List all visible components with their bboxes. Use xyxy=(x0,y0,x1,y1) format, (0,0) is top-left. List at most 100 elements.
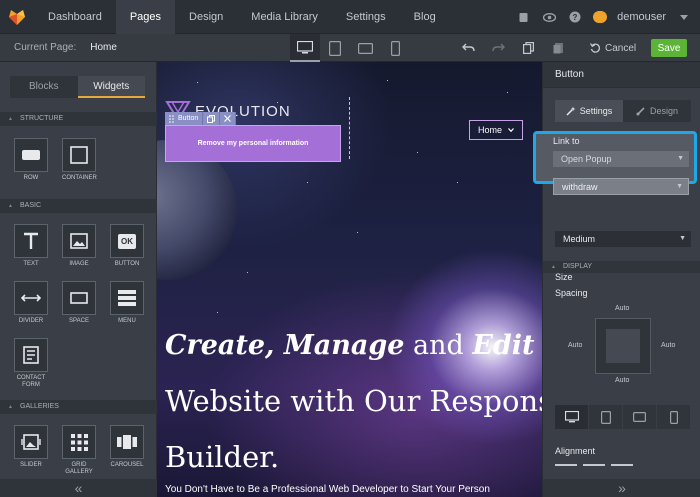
username[interactable]: demouser xyxy=(617,11,666,23)
site-menu-home[interactable]: Home xyxy=(469,120,523,140)
app-logo-icon[interactable] xyxy=(0,0,34,34)
widget-label: SPACE xyxy=(69,318,89,324)
hero-heading-line-1[interactable]: Create, Manage and Edit You xyxy=(165,330,542,361)
widget-divider[interactable]: DIVIDER xyxy=(14,281,48,325)
collapse-left-panel-button[interactable]: « xyxy=(0,479,157,497)
widget-image[interactable]: IMAGE xyxy=(62,224,96,268)
duplicate-icon xyxy=(207,114,216,123)
widget-text[interactable]: TEXT xyxy=(14,224,48,268)
size-select-value: Medium xyxy=(563,234,596,244)
link-to-label: Link to xyxy=(553,136,580,146)
page-toolbar: Current Page: Home Cancel Save xyxy=(0,34,700,62)
widget-slider[interactable]: SLIDER xyxy=(14,425,48,469)
element-toolbar-drag[interactable]: Button xyxy=(165,112,204,125)
widget-menu[interactable]: MENU xyxy=(110,281,144,325)
widgets-panel: Blocks Widgets STRUCTURE ROW CONTAINER B… xyxy=(0,62,157,497)
menu-icon xyxy=(118,290,136,306)
mobile-view-button[interactable] xyxy=(380,34,410,62)
link-to-select[interactable]: Open Popup ▼ xyxy=(553,151,689,167)
nav-settings[interactable]: Settings xyxy=(332,0,400,34)
nav-pages[interactable]: Pages xyxy=(115,0,176,34)
cancel-button[interactable]: Cancel xyxy=(590,40,636,56)
history-controls xyxy=(460,34,566,62)
menu-home-label: Home xyxy=(477,125,502,135)
save-button[interactable]: Save xyxy=(651,39,687,57)
align-right-button[interactable] xyxy=(611,464,633,470)
paste-icon[interactable] xyxy=(550,40,566,56)
tab-widgets[interactable]: Widgets xyxy=(77,76,145,98)
tab-settings[interactable]: Settings xyxy=(555,100,623,122)
nav-blog[interactable]: Blog xyxy=(400,0,450,34)
desktop-view-button[interactable] xyxy=(290,34,320,62)
form-icon xyxy=(23,346,39,364)
delete-element-button[interactable] xyxy=(220,112,237,125)
copy-icon[interactable] xyxy=(520,40,536,56)
selected-button-element[interactable]: Remove my personal information xyxy=(165,125,341,162)
spacing-inner-box xyxy=(606,329,640,363)
tablet-icon xyxy=(600,410,611,424)
tablet-view-button[interactable] xyxy=(320,34,350,62)
section-galleries[interactable]: GALLERIES xyxy=(0,400,157,414)
nav-media-library[interactable]: Media Library xyxy=(237,0,332,34)
widget-label: SLIDER xyxy=(20,462,42,468)
nav-design[interactable]: Design xyxy=(175,0,237,34)
widget-label: GRID GALLERY xyxy=(65,462,93,475)
tab-design-label: Design xyxy=(649,106,678,116)
hero-text-bold-1: Create, Manage xyxy=(165,330,405,361)
widget-container[interactable]: CONTAINER xyxy=(62,138,97,182)
tab-design[interactable]: Design xyxy=(623,100,691,122)
hero-heading-line-3[interactable]: Builder. xyxy=(165,440,279,474)
collapse-right-panel-button[interactable]: » xyxy=(543,479,700,497)
spacing-box-model[interactable] xyxy=(595,318,651,374)
size-select[interactable]: Medium ▼ xyxy=(555,231,691,247)
align-mobile-tab[interactable] xyxy=(657,405,691,429)
duplicate-element-button[interactable] xyxy=(203,112,221,125)
current-page-value[interactable]: Home xyxy=(90,42,117,53)
chat-icon[interactable] xyxy=(593,11,608,23)
popup-select[interactable]: withdraw ▼ xyxy=(553,178,689,195)
widget-label: ROW xyxy=(23,175,39,181)
caret-down-icon: ▼ xyxy=(679,235,686,242)
page-canvas[interactable]: EVOLUTION Home Button Remove my personal… xyxy=(157,62,542,497)
widget-carousel[interactable]: CAROUSEL xyxy=(110,425,144,469)
align-desktop-tab[interactable] xyxy=(555,405,589,429)
slider-icon xyxy=(21,434,41,450)
widget-label: CONTAINER xyxy=(62,175,97,181)
size-label: Size xyxy=(555,272,573,282)
nav-dashboard[interactable]: Dashboard xyxy=(34,0,116,34)
properties-panel: Button Settings Design Size Medium ▼ DISP… xyxy=(542,62,700,497)
hero-subheading[interactable]: You Don't Have to Be a Professional Web … xyxy=(165,484,490,495)
eye-icon[interactable] xyxy=(541,9,557,25)
spacing-top-value[interactable]: Auto xyxy=(615,305,629,312)
book-icon[interactable] xyxy=(515,9,531,25)
help-icon[interactable]: ? xyxy=(567,9,583,25)
tablet-landscape-view-button[interactable] xyxy=(350,34,380,62)
section-display[interactable]: DISPLAY xyxy=(543,261,700,273)
widget-space[interactable]: SPACE xyxy=(62,281,96,325)
undo-icon[interactable] xyxy=(460,40,476,56)
align-left-button[interactable] xyxy=(555,464,577,470)
redo-icon[interactable] xyxy=(490,40,506,56)
space-icon xyxy=(70,292,88,304)
widget-contact-form[interactable]: CONTACT FORM xyxy=(14,338,48,389)
widget-grid-gallery[interactable]: GRID GALLERY xyxy=(62,425,96,476)
cancel-label: Cancel xyxy=(605,42,637,54)
align-tablet-tab[interactable] xyxy=(589,405,623,429)
widget-row[interactable]: ROW xyxy=(14,138,48,182)
tab-blocks[interactable]: Blocks xyxy=(10,76,78,98)
widget-button[interactable]: OK BUTTON xyxy=(110,224,144,268)
chevron-down-icon xyxy=(508,128,514,132)
tablet-icon xyxy=(329,40,341,56)
topbar-actions: ? demouser xyxy=(515,0,692,34)
user-menu-chevron-icon[interactable] xyxy=(676,9,692,25)
section-structure[interactable]: STRUCTURE xyxy=(0,112,157,126)
align-center-button[interactable] xyxy=(583,464,605,470)
device-switcher xyxy=(290,34,410,62)
spacing-right-value[interactable]: Auto xyxy=(661,342,675,349)
spacing-left-value[interactable]: Auto xyxy=(568,342,582,349)
spacing-bottom-value[interactable]: Auto xyxy=(615,377,629,384)
align-tablet-landscape-tab[interactable] xyxy=(623,405,657,429)
widget-label: TEXT xyxy=(23,261,39,267)
section-basic[interactable]: BASIC xyxy=(0,199,157,213)
hero-heading-line-2[interactable]: Website with Our Responsive xyxy=(165,384,542,418)
